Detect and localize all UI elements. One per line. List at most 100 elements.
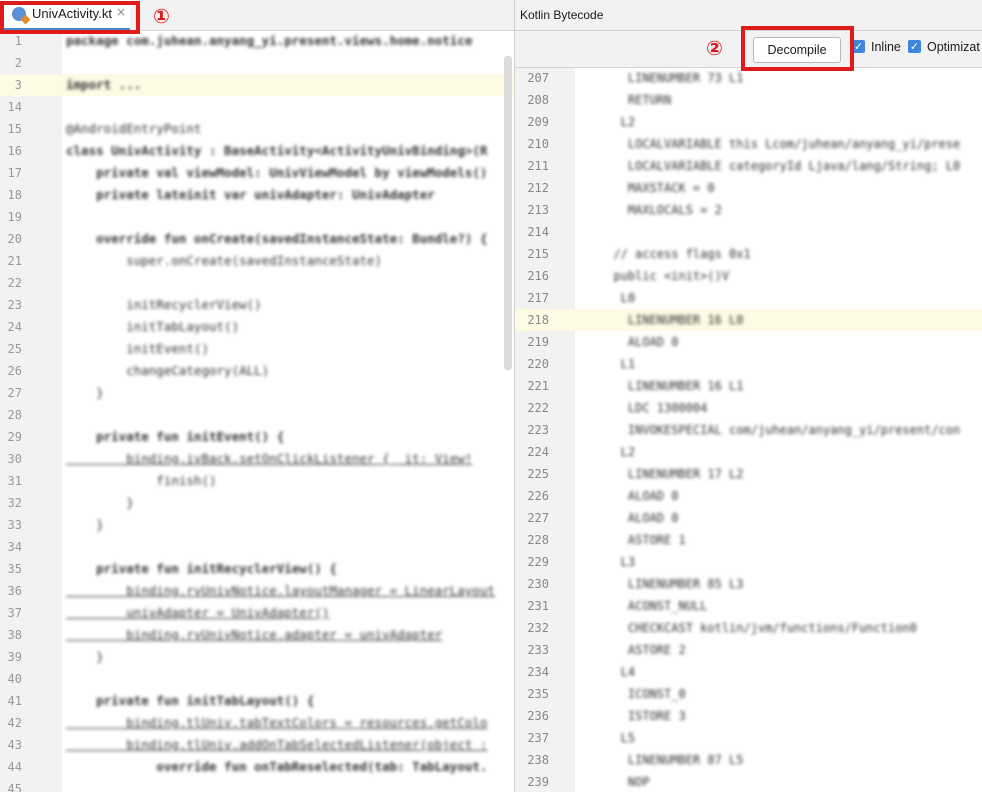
bytecode-line[interactable]: 227 ALOAD 0 [515, 507, 982, 529]
bytecode-text: MAXLOCALS = 2 [599, 203, 722, 217]
bytecode-line[interactable]: 216 public <init>()V [515, 265, 982, 287]
bytecode-line[interactable]: 224 L2 [515, 441, 982, 463]
code-line[interactable]: 16 class UnivActivity : BaseActivity<Acti… [0, 140, 514, 162]
code-line[interactable]: 35 private fun initRecyclerView() { [0, 558, 514, 580]
bytecode-line[interactable]: 229 L3 [515, 551, 982, 573]
bytecode-line-number: 237 [527, 731, 549, 745]
code-text: import ... [66, 77, 142, 92]
code-line[interactable]: 31 finish() [0, 470, 514, 492]
code-line[interactable]: 26 changeCategory(ALL) [0, 360, 514, 382]
code-line[interactable]: 3 import ... [0, 74, 514, 96]
bytecode-line[interactable]: 236 ISTORE 3 [515, 705, 982, 727]
bytecode-line[interactable]: 239 NOP [515, 771, 982, 792]
line-number: 45 [7, 782, 22, 792]
code-line[interactable]: 37 univAdapter = UnivAdapter() [0, 602, 514, 624]
bytecode-line-number: 221 [527, 379, 549, 393]
code-line[interactable]: 29 private fun initEvent() { [0, 426, 514, 448]
bytecode-line[interactable]: 219 ALOAD 0 [515, 331, 982, 353]
bytecode-text: L4 [599, 665, 636, 679]
bytecode-line[interactable]: 208 RETURN [515, 89, 982, 111]
bytecode-line[interactable]: 215 // access flags 0x1 [515, 243, 982, 265]
bytecode-line[interactable]: 210 LOCALVARIABLE this Lcom/juhean/anyan… [515, 133, 982, 155]
bytecode-line-number: 211 [527, 159, 549, 173]
code-line[interactable]: 39 } [0, 646, 514, 668]
bytecode-line[interactable]: 237 L5 [515, 727, 982, 749]
code-line[interactable]: 17 private val viewModel: UnivViewModel … [0, 162, 514, 184]
bytecode-text: LDC 1300004 [599, 401, 708, 415]
bytecode-line[interactable]: 233 ASTORE 2 [515, 639, 982, 661]
bytecode-line[interactable]: 238 LINENUMBER 87 L5 [515, 749, 982, 771]
bytecode-line-number: 209 [527, 115, 549, 129]
bytecode-line[interactable]: 218 LINENUMBER 16 L0 [515, 309, 982, 331]
bytecode-line[interactable]: 217 L0 [515, 287, 982, 309]
bytecode-text: LINENUMBER 16 L1 [599, 379, 744, 393]
code-line[interactable]: 44 override fun onTabReselected(tab: Tab… [0, 756, 514, 778]
bytecode-line[interactable]: 234 L4 [515, 661, 982, 683]
line-number: 28 [7, 408, 22, 422]
code-line[interactable]: 41 private fun initTabLayout() { [0, 690, 514, 712]
bytecode-line[interactable]: 232 CHECKCAST kotlin/jvm/functions/Funct… [515, 617, 982, 639]
code-line[interactable]: 25 initEvent() [0, 338, 514, 360]
code-line[interactable]: 40 [0, 668, 514, 690]
code-line[interactable]: 19 [0, 206, 514, 228]
bytecode-text: L2 [599, 445, 636, 459]
bytecode-line[interactable]: 228 ASTORE 1 [515, 529, 982, 551]
code-line[interactable]: 24 initTabLayout() [0, 316, 514, 338]
line-number: 23 [7, 298, 22, 312]
code-line[interactable]: 32 } [0, 492, 514, 514]
bytecode-line[interactable]: 231 ACONST_NULL [515, 595, 982, 617]
code-line[interactable]: 36 binding.rvUnivNotice.layoutManager = … [0, 580, 514, 602]
code-line[interactable]: 14 [0, 96, 514, 118]
bytecode-line[interactable]: 223 INVOKESPECIAL com/juhean/anyang_yi/p… [515, 419, 982, 441]
code-line[interactable]: 22 [0, 272, 514, 294]
code-line[interactable]: 43 binding.tlUniv.addOnTabSelectedListen… [0, 734, 514, 756]
code-line[interactable]: 34 [0, 536, 514, 558]
optimization-checkbox[interactable]: ✓ [908, 40, 921, 53]
bytecode-line-number: 238 [527, 753, 549, 767]
code-line[interactable]: 42 binding.tlUniv.tabTextColors = resour… [0, 712, 514, 734]
code-line[interactable]: 27 } [0, 382, 514, 404]
code-line[interactable]: 45 [0, 778, 514, 792]
code-line[interactable]: 38 binding.rvUnivNotice.adapter = univAd… [0, 624, 514, 646]
code-line[interactable]: 2 [0, 52, 514, 74]
code-line[interactable]: 23 initRecyclerView() [0, 294, 514, 316]
bytecode-line[interactable]: 235 ICONST_0 [515, 683, 982, 705]
bytecode-line[interactable]: 220 L1 [515, 353, 982, 375]
bytecode-line[interactable]: 221 LINENUMBER 16 L1 [515, 375, 982, 397]
code-line[interactable]: 33 } [0, 514, 514, 536]
code-line[interactable]: 18 private lateinit var univAdapter: Uni… [0, 184, 514, 206]
code-text: binding.rvUnivNotice.adapter = univAdapt… [66, 627, 443, 642]
bytecode-line[interactable]: 230 LINENUMBER 85 L3 [515, 573, 982, 595]
bytecode-line-number: 235 [527, 687, 549, 701]
bytecode-line-number: 234 [527, 665, 549, 679]
bytecode-line[interactable]: 212 MAXSTACK = 0 [515, 177, 982, 199]
line-number: 29 [7, 430, 22, 444]
code-line[interactable]: 20 override fun onCreate(savedInstanceSt… [0, 228, 514, 250]
bytecode-text: LINENUMBER 85 L3 [599, 577, 744, 591]
bytecode-line-number: 207 [527, 71, 549, 85]
bytecode-text: ASTORE 1 [599, 533, 686, 547]
bytecode-text: ACONST_NULL [599, 599, 708, 613]
code-line[interactable]: 21 super.onCreate(savedInstanceState) [0, 250, 514, 272]
bytecode-line[interactable]: 226 ALOAD 0 [515, 485, 982, 507]
bytecode-line[interactable]: 213 MAXLOCALS = 2 [515, 199, 982, 221]
bytecode-line[interactable]: 225 LINENUMBER 17 L2 [515, 463, 982, 485]
code-line[interactable]: 15 @AndroidEntryPoint [0, 118, 514, 140]
code-text: } [66, 517, 104, 532]
code-text: changeCategory(ALL) [66, 363, 270, 378]
annotation-box-1 [0, 1, 140, 34]
line-number: 35 [7, 562, 22, 576]
bytecode-line[interactable]: 222 LDC 1300004 [515, 397, 982, 419]
bytecode-line[interactable]: 214 [515, 221, 982, 243]
code-text: binding.rvUnivNotice.layoutManager = Lin… [66, 583, 495, 598]
code-text: private fun initEvent() { [66, 429, 285, 444]
code-line[interactable]: 30 binding.ivBack.setOnClickListener { i… [0, 448, 514, 470]
bytecode-text: LINENUMBER 87 L5 [599, 753, 744, 767]
code-line[interactable]: 28 [0, 404, 514, 426]
bytecode-text: LINENUMBER 16 L0 [599, 313, 744, 327]
editor-scrollbar[interactable] [504, 56, 512, 370]
bytecode-line-number: 233 [527, 643, 549, 657]
bytecode-line[interactable]: 211 LOCALVARIABLE categoryId Ljava/lang/… [515, 155, 982, 177]
code-text: class UnivActivity : BaseActivity<Activi… [66, 143, 488, 158]
bytecode-line[interactable]: 209 L2 [515, 111, 982, 133]
